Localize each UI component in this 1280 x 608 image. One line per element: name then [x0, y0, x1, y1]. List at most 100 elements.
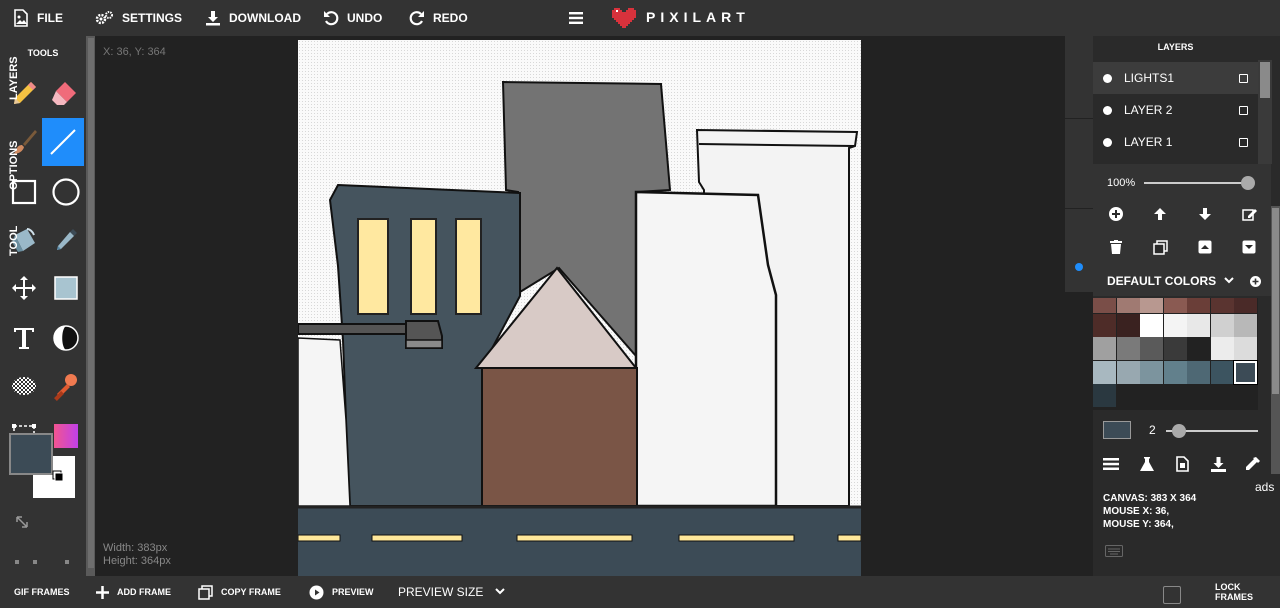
palette-color-swatch[interactable] [1234, 298, 1257, 313]
keyboard-shortcuts-button[interactable] [1104, 543, 1124, 559]
pixilart-logo[interactable]: PIXILART [612, 6, 750, 28]
circle-tool[interactable] [46, 170, 86, 214]
file-menu[interactable]: FILE [13, 0, 63, 36]
brush-size-value: 2 [1149, 423, 1156, 437]
swap-colors-button[interactable] [48, 466, 68, 486]
palette-color-swatch[interactable] [1187, 298, 1210, 313]
palette-color-swatch[interactable] [1163, 337, 1187, 360]
merge-up-button[interactable] [1197, 239, 1213, 255]
brush-size-slider-knob[interactable] [1172, 424, 1186, 438]
edit-layer-button[interactable] [1241, 206, 1257, 222]
palette-color-swatch[interactable] [1116, 360, 1140, 384]
color-picker-button[interactable] [1245, 456, 1261, 472]
layer-opacity-value: 100% [1107, 177, 1136, 189]
palette-color-swatch[interactable] [1210, 360, 1234, 384]
palette-color-swatch[interactable] [1093, 313, 1116, 337]
copy-frame-label: COPY FRAME [221, 587, 281, 597]
duplicate-layer-button[interactable] [1152, 239, 1168, 255]
tab-options[interactable]: OPTIONS [0, 126, 28, 204]
palette-color-swatch[interactable] [1140, 337, 1163, 360]
palette-color-swatch[interactable] [1210, 313, 1234, 337]
gif-frames-button[interactable]: GIF FRAMES [14, 576, 70, 608]
opacity-slider-knob[interactable] [1241, 176, 1255, 190]
palette-color-swatch[interactable] [1093, 384, 1116, 407]
palette-color-swatch[interactable] [1163, 360, 1187, 384]
palette-color-swatch[interactable] [1093, 337, 1116, 360]
lock-frames-checkbox[interactable] [1163, 586, 1181, 604]
save-download-button[interactable] [1210, 456, 1226, 472]
palette-color-swatch[interactable] [1140, 313, 1163, 337]
palette-color-swatch[interactable] [1210, 298, 1234, 313]
palette-color-swatch[interactable] [1140, 298, 1163, 313]
palette-color-swatch[interactable] [1187, 360, 1210, 384]
palette-color-swatch[interactable] [1233, 359, 1258, 385]
white-building-front [634, 190, 778, 508]
chevron-down-icon[interactable] [1224, 277, 1234, 285]
palette-scrollbar-thumb[interactable] [1272, 208, 1279, 394]
dither-tool[interactable] [4, 364, 44, 408]
lock-frames-button[interactable]: LOCK FRAMES [1215, 576, 1280, 608]
eraser-tool[interactable] [44, 72, 84, 116]
move-layer-up-button[interactable] [1152, 206, 1168, 222]
layers-scrollbar-thumb[interactable] [1260, 62, 1270, 98]
text-tool[interactable] [4, 316, 44, 360]
brush-color-swatch[interactable] [1103, 421, 1131, 439]
layer-visibility-checkbox[interactable] [1239, 137, 1248, 147]
reset-colors-button[interactable] [12, 512, 32, 532]
palette-color-swatch[interactable] [1210, 337, 1234, 360]
tools-more-dots[interactable] [4, 552, 74, 572]
preview-label: PREVIEW [332, 587, 374, 597]
primary-color-swatch[interactable] [9, 433, 53, 475]
preview-size-dropdown[interactable]: PREVIEW SIZE [398, 576, 513, 608]
shade-tool[interactable] [46, 316, 86, 360]
palette-color-swatch[interactable] [1234, 313, 1257, 337]
redo-button[interactable]: REDO [409, 0, 468, 36]
palette-color-swatch[interactable] [1187, 313, 1210, 337]
palette-color-swatch[interactable] [1116, 313, 1140, 337]
move-layer-down-button[interactable] [1197, 206, 1213, 222]
palette-color-swatch[interactable] [1163, 298, 1187, 313]
opacity-slider-track[interactable] [1144, 182, 1248, 184]
line-tool[interactable] [42, 118, 84, 166]
add-frame-button[interactable]: ADD FRAME [96, 576, 171, 608]
layer-item[interactable]: LIGHTS1 [1093, 62, 1258, 94]
palette-color-swatch[interactable] [1116, 298, 1140, 313]
export-file-button[interactable] [1174, 456, 1190, 472]
download-button[interactable]: DOWNLOAD [205, 0, 301, 36]
layer-item[interactable]: LAYER 1 [1093, 126, 1258, 158]
tab-tool[interactable]: TOOL [0, 222, 28, 260]
move-tool[interactable] [4, 266, 44, 310]
shade-icon [53, 325, 79, 351]
effects-button[interactable] [1139, 456, 1155, 472]
palette-color-swatch[interactable] [1093, 360, 1116, 384]
add-layer-button[interactable] [1108, 206, 1124, 222]
select-rect-tool[interactable] [46, 266, 86, 310]
tools-scrollbar-thumb[interactable] [88, 38, 94, 568]
eyedropper-tool[interactable] [46, 218, 86, 262]
tab-layers[interactable]: LAYERS [0, 42, 28, 114]
layer-item[interactable]: LAYER 2 [1093, 94, 1258, 126]
palette-color-swatch[interactable] [1163, 313, 1187, 337]
hamburger-menu[interactable] [569, 0, 591, 36]
palette-color-swatch[interactable] [1187, 337, 1210, 360]
canvas-size-info: CANVAS: 383 X 364 [1103, 493, 1197, 504]
stamp-tool[interactable] [46, 364, 86, 408]
palette-name[interactable]: DEFAULT COLORS [1107, 274, 1216, 288]
circle-icon [52, 178, 80, 206]
delete-layer-button[interactable] [1108, 239, 1124, 255]
colors-header: DEFAULT COLORS [1093, 266, 1271, 296]
add-color-icon[interactable] [1250, 275, 1262, 287]
layer-visibility-checkbox[interactable] [1239, 105, 1248, 115]
palette-color-swatch[interactable] [1140, 360, 1163, 384]
preview-button[interactable]: PREVIEW [309, 576, 374, 608]
undo-button[interactable]: UNDO [323, 0, 382, 36]
palette-color-swatch[interactable] [1093, 298, 1116, 313]
merge-down-button[interactable] [1241, 239, 1257, 255]
layers-list-button[interactable] [1103, 456, 1119, 472]
copy-frame-button[interactable]: COPY FRAME [198, 576, 281, 608]
palette-color-swatch[interactable] [1234, 337, 1257, 360]
layer-visibility-checkbox[interactable] [1239, 73, 1248, 83]
palette-color-swatch[interactable] [1116, 337, 1140, 360]
drawing-canvas[interactable] [298, 40, 861, 576]
settings-menu[interactable]: SETTINGS [94, 0, 182, 36]
